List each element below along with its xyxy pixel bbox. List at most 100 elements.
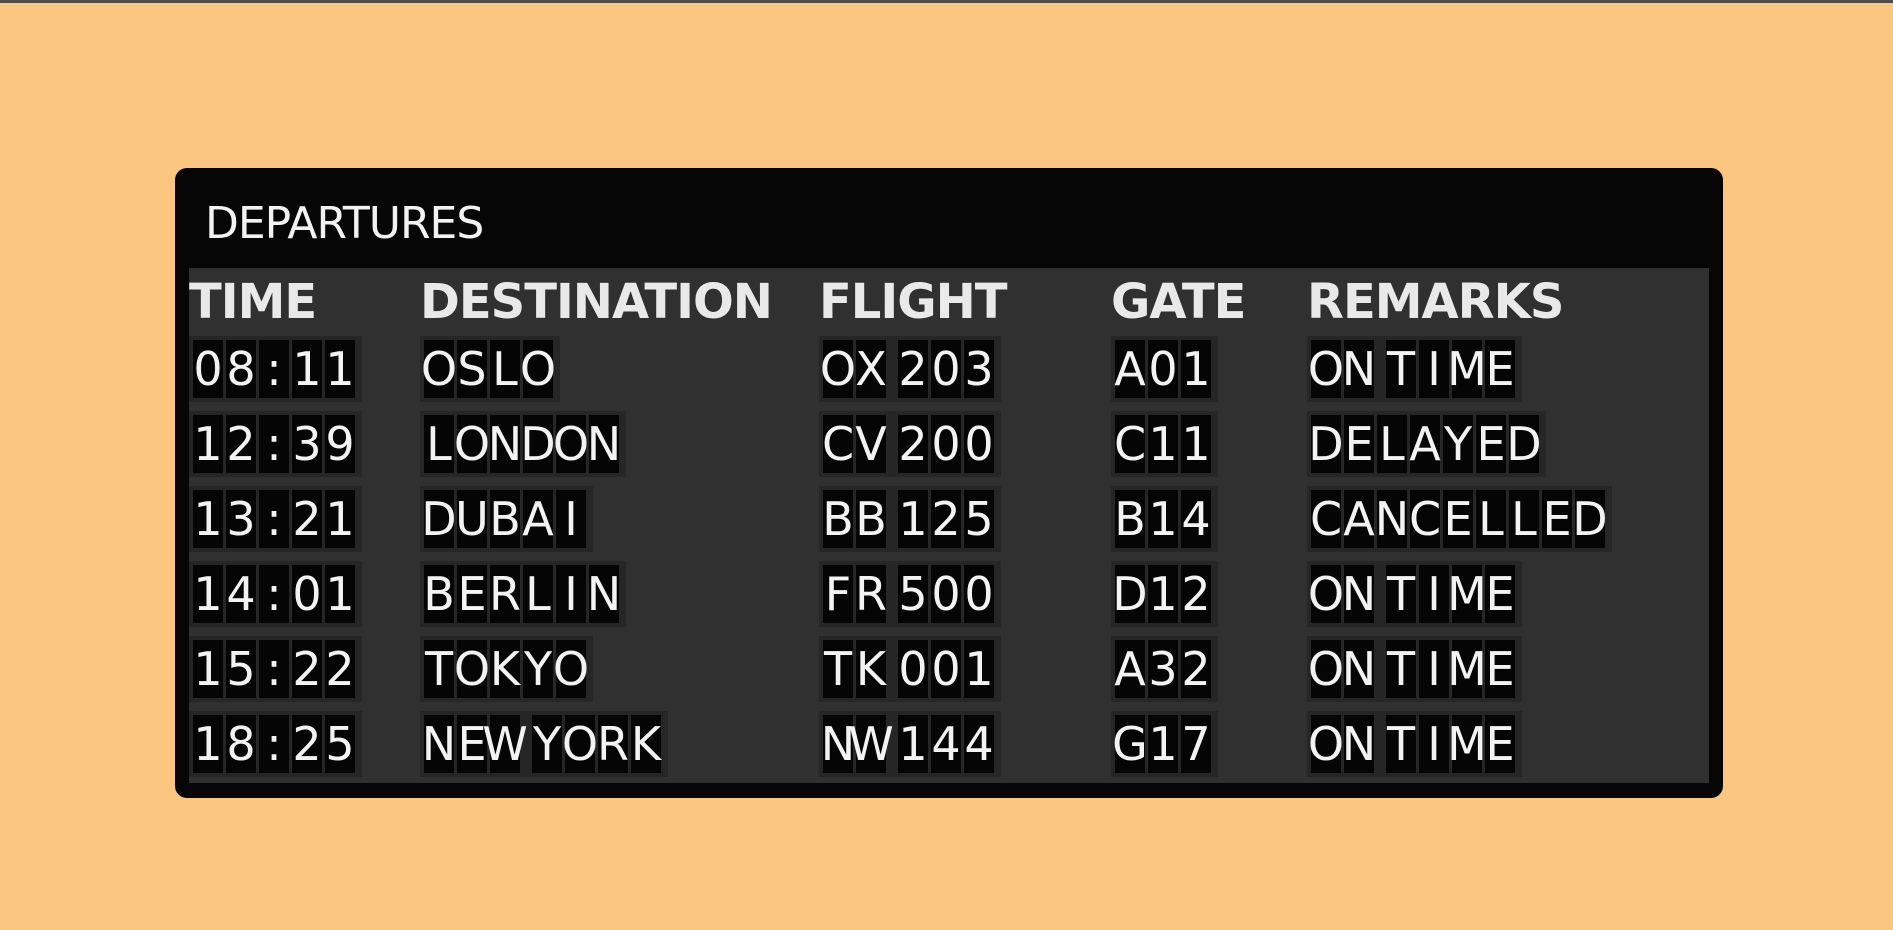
cell-remarks: DELAYED (1307, 411, 1546, 477)
flap-tile: 0 (898, 640, 928, 698)
flap-tile: 5 (964, 490, 994, 548)
flap-tile: N (586, 415, 622, 473)
cell-gate: B14 (1111, 486, 1218, 552)
flap-tile: E (1485, 565, 1515, 623)
flap-tile: Y (523, 640, 553, 698)
flap-tile: D (1308, 415, 1344, 473)
flap-tile: D (1112, 565, 1148, 623)
cell-time: 15:22 (189, 636, 362, 702)
flap-tile: 1 (898, 490, 928, 548)
flap-tile: 1 (1148, 415, 1178, 473)
flap-tile: L (424, 415, 454, 473)
cell-remarks: ONTIME (1307, 636, 1522, 702)
cell-gate: D12 (1111, 561, 1218, 627)
cell-flight: OX203 (819, 336, 1001, 402)
flap-tile: 2 (292, 490, 322, 548)
cell-destination: TOKYO (420, 636, 593, 702)
flap-tile: T (1386, 340, 1416, 398)
flap-gap (1377, 340, 1383, 398)
flight-row: 15:22TOKYOTK001A32ONTIME (189, 636, 1709, 702)
flap-tile: O (1307, 715, 1345, 773)
flap-tile: 1 (1148, 565, 1178, 623)
flap-tile: E (1542, 490, 1572, 548)
flap-tile: M (1447, 640, 1487, 698)
cell-destination: DUBAI (420, 486, 593, 552)
cell-remarks: ONTIME (1307, 711, 1522, 777)
flap-tile: N (487, 415, 523, 473)
flap-tile: 2 (1181, 640, 1211, 698)
flap-tile: 1 (193, 715, 223, 773)
flap-tile: T (823, 640, 853, 698)
flap-tile: T (424, 640, 454, 698)
flap-tile: 2 (898, 340, 928, 398)
column-header-gate: GATE (1111, 274, 1246, 330)
flap-tile: O (453, 415, 491, 473)
flap-tile: 0 (292, 565, 322, 623)
flap-tile: 1 (292, 340, 322, 398)
flap-tile: 0 (931, 565, 961, 623)
flap-tile: U (455, 490, 489, 548)
flap-tile: I (1419, 715, 1449, 773)
flap-tile: 2 (1181, 565, 1211, 623)
flap-tile: O (519, 340, 557, 398)
flap-tile: : (259, 340, 289, 398)
flap-tile: 2 (325, 640, 355, 698)
flap-tile: 1 (1148, 490, 1178, 548)
flap-tile: 1 (193, 640, 223, 698)
flap-gap (523, 715, 529, 773)
flap-tile: I (1419, 640, 1449, 698)
flap-tile: G (1112, 715, 1148, 773)
flap-gap (1377, 565, 1383, 623)
flap-tile: E (1485, 715, 1515, 773)
flap-tile: E (1476, 415, 1506, 473)
flap-tile: E (1485, 640, 1515, 698)
flap-tile: C (1113, 415, 1147, 473)
cell-time: 12:39 (189, 411, 362, 477)
flap-tile: 5 (898, 565, 928, 623)
flap-tile: 2 (931, 490, 961, 548)
flap-tile: W (482, 715, 528, 773)
flap-tile: 4 (1181, 490, 1211, 548)
flap-tile: A (1409, 415, 1441, 473)
flap-tile: 1 (1148, 715, 1178, 773)
flap-tile: I (556, 490, 586, 548)
flap-tile: B (1114, 490, 1146, 548)
flap-tile: E (457, 565, 487, 623)
board-title: DEPARTURES (205, 198, 484, 249)
flap-tile: N (1341, 640, 1377, 698)
flap-tile: O (561, 715, 599, 773)
flap-tile: T (1386, 640, 1416, 698)
flap-tile: C (821, 415, 855, 473)
cell-flight: NW144 (819, 711, 1001, 777)
flap-tile: 4 (964, 715, 994, 773)
flap-tile: B (855, 490, 887, 548)
flap-gap (889, 715, 895, 773)
flap-tile: 3 (1148, 640, 1178, 698)
flap-tile: : (259, 490, 289, 548)
flap-tile: 5 (325, 715, 355, 773)
cell-destination: BERLIN (420, 561, 626, 627)
cell-flight: CV200 (819, 411, 1001, 477)
flap-tile: 0 (931, 415, 961, 473)
flap-tile: L (1377, 415, 1407, 473)
cell-time: 14:01 (189, 561, 362, 627)
flap-tile: M (1447, 565, 1487, 623)
flap-tile: T (1386, 715, 1416, 773)
flap-tile: 2 (292, 640, 322, 698)
flap-tile: O (1307, 640, 1345, 698)
cell-destination: NEWYORK (420, 711, 668, 777)
flap-tile: D (1506, 415, 1542, 473)
flap-tile: 1 (193, 415, 223, 473)
flap-tile: 0 (964, 565, 994, 623)
flap-tile: O (819, 340, 857, 398)
cell-gate: G17 (1111, 711, 1218, 777)
flap-tile: L (1509, 490, 1539, 548)
flap-tile: M (1447, 340, 1487, 398)
flap-tile: S (457, 340, 487, 398)
flap-tile: O (1307, 340, 1345, 398)
flap-tile: A (1114, 340, 1146, 398)
flap-tile: X (855, 340, 887, 398)
flap-tile: 1 (325, 340, 355, 398)
flap-tile: 1 (1181, 415, 1211, 473)
flap-tile: W (848, 715, 894, 773)
